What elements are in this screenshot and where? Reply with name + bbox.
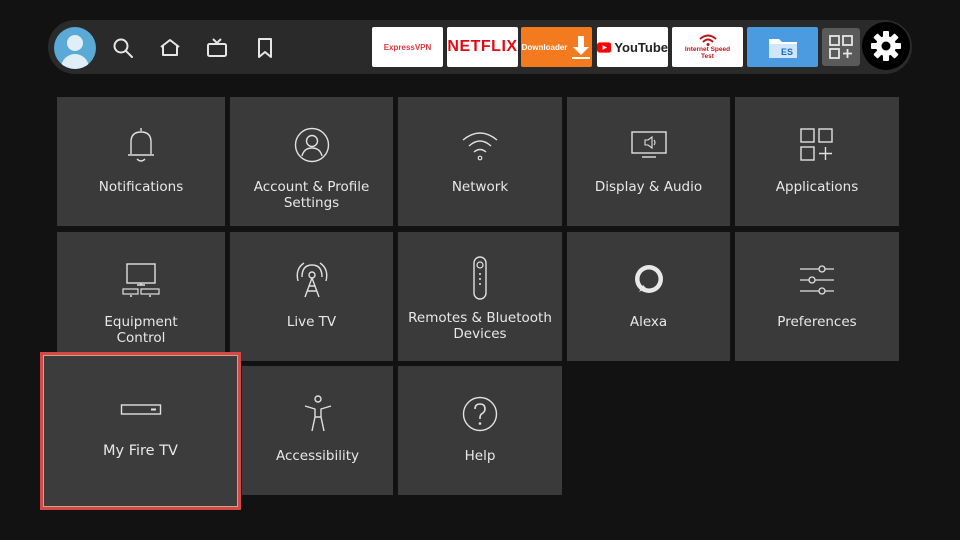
app-netflix-label: NETFLIX <box>447 38 518 55</box>
tile-preferences-label: Preferences <box>777 314 857 330</box>
tile-help[interactable]: Help <box>398 366 562 495</box>
remote-icon <box>472 256 488 300</box>
avatar-body <box>61 54 89 69</box>
tile-alexa-label: Alexa <box>629 314 668 330</box>
tile-display-audio-label: Display & Audio <box>594 179 703 195</box>
tile-network-label: Network <box>451 179 509 195</box>
bookmark-icon[interactable] <box>253 36 277 60</box>
accessibility-icon <box>302 394 334 434</box>
tile-accessibility-label: Accessibility <box>275 448 360 464</box>
search-icon[interactable] <box>111 36 135 60</box>
tile-network[interactable]: Network <box>398 97 562 226</box>
account-icon <box>294 125 330 165</box>
tile-applications-label: Applications <box>775 179 859 195</box>
tile-remotes-bluetooth-label: Remotes & Bluetooth Devices <box>408 310 552 342</box>
download-arrow-icon <box>572 36 591 59</box>
app-youtube[interactable]: YouTube <box>597 27 668 67</box>
app-expressvpn-label: ExpressVPN <box>383 42 432 52</box>
applications-icon <box>799 125 835 165</box>
tile-display-audio[interactable]: Display & Audio <box>567 97 730 226</box>
tile-live-tv[interactable]: Live TV <box>230 232 393 361</box>
all-apps-icon[interactable] <box>822 28 860 66</box>
tile-preferences[interactable]: Preferences <box>735 232 899 361</box>
help-icon <box>462 394 498 434</box>
tile-alexa[interactable]: Alexa <box>567 232 730 361</box>
tile-account-profile-label: Account & Profile Settings <box>253 179 370 211</box>
tile-equipment-control[interactable]: Equipment Control <box>57 232 225 361</box>
tile-live-tv-label: Live TV <box>286 314 337 330</box>
youtube-play-icon <box>597 41 612 53</box>
display-audio-icon <box>630 125 668 165</box>
tile-account-profile[interactable]: Account & Profile Settings <box>230 97 393 226</box>
tile-help-label: Help <box>464 448 496 464</box>
antenna-icon <box>294 260 330 300</box>
app-internet-speed-test[interactable]: Internet Speed Test <box>672 27 743 67</box>
app-youtube-label: YouTube <box>614 39 668 55</box>
wifi-icon <box>461 125 499 165</box>
tile-accessibility[interactable]: Accessibility <box>242 366 393 495</box>
tile-notifications[interactable]: Notifications <box>57 97 225 226</box>
sliders-icon <box>798 260 836 300</box>
avatar-head <box>67 35 83 51</box>
app-netflix[interactable]: NETFLIX <box>447 27 518 67</box>
wifi-speed-icon <box>698 34 717 46</box>
tile-remotes-bluetooth[interactable]: Remotes & Bluetooth Devices <box>398 232 562 361</box>
profile-avatar[interactable] <box>54 27 96 69</box>
bell-icon <box>124 125 158 165</box>
equipment-icon <box>121 260 161 300</box>
app-downloader-label: Downloader <box>521 42 568 52</box>
app-es-file-explorer[interactable]: ES <box>747 27 818 67</box>
alexa-icon <box>631 260 667 300</box>
tile-applications[interactable]: Applications <box>735 97 899 226</box>
app-expressvpn[interactable]: ExpressVPN <box>372 27 443 67</box>
tile-my-fire-tv[interactable]: My Fire TV <box>40 352 241 510</box>
app-downloader[interactable]: Downloader <box>521 27 592 67</box>
home-icon[interactable] <box>158 36 182 60</box>
live-tv-icon[interactable] <box>205 36 229 60</box>
app-internet-speed-test-label: Internet Speed Test <box>684 46 731 60</box>
firetv-device-icon <box>120 395 162 425</box>
tile-my-fire-tv-label: My Fire TV <box>103 443 178 459</box>
tile-notifications-label: Notifications <box>98 179 184 195</box>
settings-gear-icon[interactable] <box>862 22 910 70</box>
tile-equipment-control-label: Equipment Control <box>104 314 178 346</box>
app-es-file-explorer-label: ES <box>781 47 794 57</box>
